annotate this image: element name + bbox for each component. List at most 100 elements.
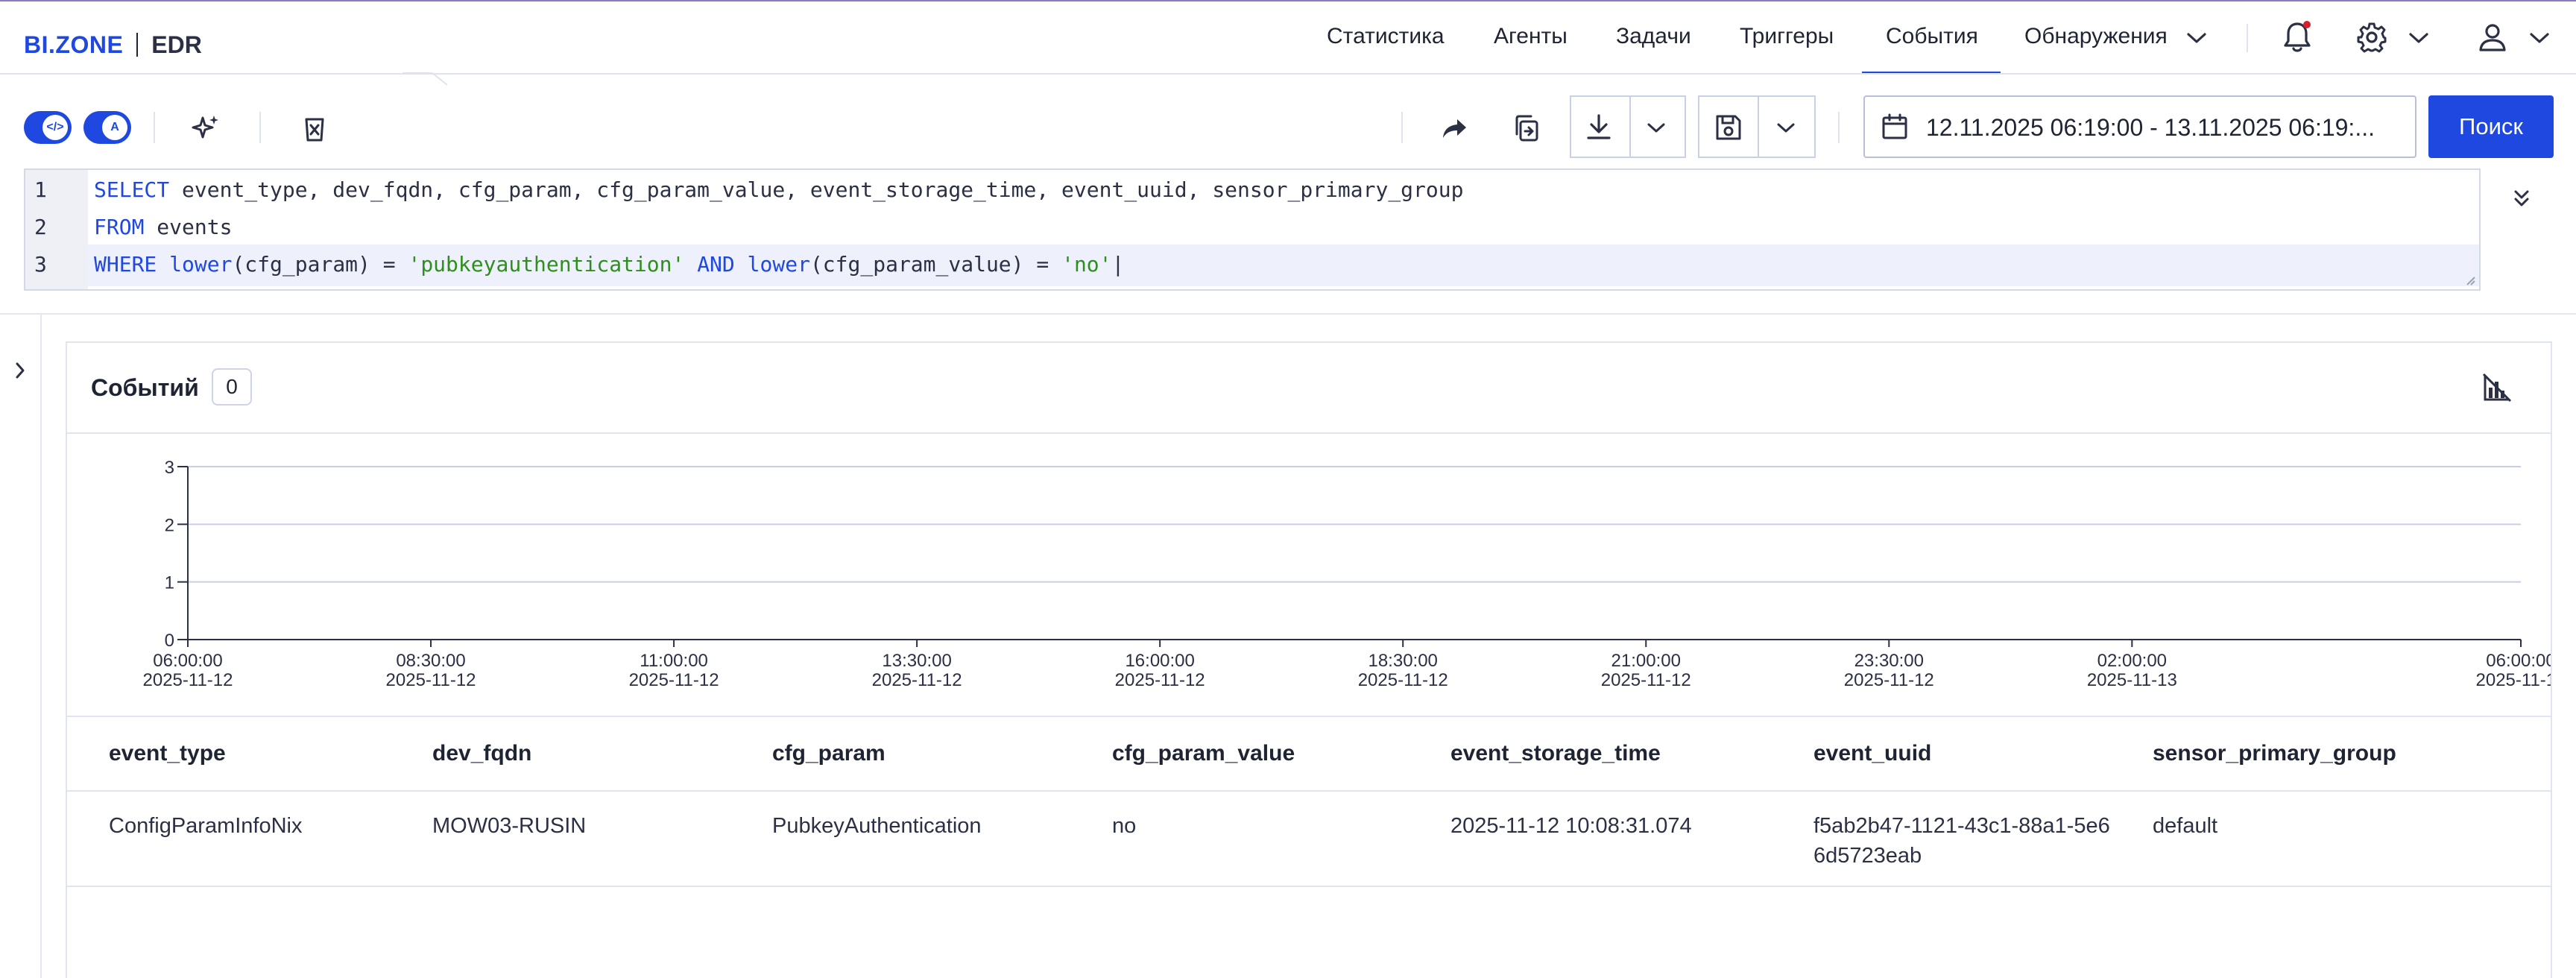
x-tick-time-label: 21:00:00 bbox=[1611, 651, 1681, 671]
x-tick-time-label: 18:30:00 bbox=[1368, 651, 1437, 671]
x-tick-time-label: 13:30:00 bbox=[882, 651, 951, 671]
results-title: Событий bbox=[91, 374, 199, 401]
table-cell: PubkeyAuthentication bbox=[772, 814, 982, 838]
sql-keyword: SELECT bbox=[94, 177, 170, 202]
nav-stats[interactable]: Статистика bbox=[1327, 24, 1445, 49]
expand-sidebar-chevron-icon[interactable] bbox=[9, 359, 31, 382]
nav-detections[interactable]: Обнаружения bbox=[2024, 24, 2168, 49]
x-tick-date-label: 2025-11-13 bbox=[2476, 670, 2551, 690]
column-header[interactable]: dev_fqdn bbox=[432, 741, 531, 766]
results-count-badge: 0 bbox=[212, 368, 252, 406]
y-tick-label: 1 bbox=[165, 573, 174, 593]
collapse-editor-icon[interactable] bbox=[2509, 186, 2534, 212]
y-tick-label: 2 bbox=[165, 515, 174, 535]
download-chevron-down-icon[interactable] bbox=[1643, 115, 1670, 142]
x-tick-date-label: 2025-11-12 bbox=[1115, 670, 1205, 690]
x-tick-time-label: 23:30:00 bbox=[1854, 651, 1924, 671]
header-notch bbox=[402, 72, 447, 86]
sql-function: lower bbox=[747, 252, 810, 277]
line-number: 2 bbox=[34, 215, 47, 239]
ai-sparkle-icon[interactable] bbox=[189, 112, 222, 145]
x-tick-date-label: 2025-11-12 bbox=[629, 670, 719, 690]
save-chevron-down-icon[interactable] bbox=[1772, 115, 1799, 142]
split-divider bbox=[1629, 97, 1631, 157]
share-icon[interactable] bbox=[1439, 112, 1471, 145]
hide-chart-icon[interactable] bbox=[2479, 370, 2515, 406]
nav-tasks[interactable]: Задачи bbox=[1616, 24, 1691, 49]
table-cell: no bbox=[1112, 814, 1137, 838]
search-button[interactable]: Поиск bbox=[2428, 95, 2554, 158]
code-icon: </> bbox=[42, 115, 68, 140]
resize-handle-icon[interactable] bbox=[2466, 276, 2476, 286]
x-tick-date-label: 2025-11-12 bbox=[872, 670, 962, 690]
logo[interactable]: BI.ZONE EDR bbox=[24, 28, 202, 61]
split-divider bbox=[1758, 97, 1759, 157]
clear-query-icon[interactable] bbox=[300, 113, 329, 143]
nav-events[interactable]: События bbox=[1886, 24, 1978, 49]
x-tick-date-label: 2025-11-12 bbox=[1601, 670, 1691, 690]
line-number: 1 bbox=[34, 177, 47, 202]
calendar-icon bbox=[1880, 112, 1910, 142]
table-cell: MOW03-RUSIN bbox=[432, 814, 587, 838]
auto-icon: A bbox=[102, 115, 127, 140]
toolbar-divider bbox=[1401, 112, 1403, 143]
query-editor[interactable]: 1 2 3 SELECT event_type, dev_fqdn, cfg_p… bbox=[24, 168, 2481, 291]
side-panel-rail bbox=[40, 313, 42, 978]
top-header: BI.ZONE EDR Статистика Агенты Задачи Три… bbox=[0, 1, 2576, 74]
chart-bottom-divider bbox=[67, 716, 2551, 717]
x-tick-time-label: 06:00:00 bbox=[153, 651, 222, 671]
x-tick-date-label: 2025-11-12 bbox=[386, 670, 476, 690]
table-row-divider bbox=[67, 886, 2551, 887]
header-bottom-border bbox=[0, 73, 2576, 75]
download-icon[interactable] bbox=[1582, 110, 1616, 145]
x-tick-date-label: 2025-11-12 bbox=[1844, 670, 1934, 690]
table-cell: default bbox=[2153, 814, 2218, 838]
x-tick-time-label: 16:00:00 bbox=[1125, 651, 1194, 671]
user-avatar-icon[interactable] bbox=[2476, 21, 2509, 54]
column-header[interactable]: cfg_param_value bbox=[1112, 741, 1295, 766]
gear-icon[interactable] bbox=[2355, 21, 2388, 54]
code-line-2: FROM events bbox=[94, 215, 233, 239]
sql-mode-toggle[interactable]: </> bbox=[24, 111, 72, 144]
sql-keyword: WHERE bbox=[94, 252, 157, 277]
sql-string: 'no' bbox=[1061, 252, 1112, 277]
code-line-3: WHERE lower(cfg_param) = 'pubkeyauthenti… bbox=[94, 252, 1125, 277]
table-cell: ConfigParamInfoNix bbox=[109, 814, 303, 838]
x-tick-date-label: 2025-11-12 bbox=[143, 670, 233, 690]
column-header[interactable]: event_storage_time bbox=[1450, 741, 1661, 766]
column-header[interactable]: cfg_param bbox=[772, 741, 886, 766]
sql-string: 'pubkeyauthentication' bbox=[408, 252, 685, 277]
column-header[interactable]: sensor_primary_group bbox=[2153, 741, 2396, 766]
line-number: 3 bbox=[34, 252, 47, 277]
detections-chevron-down-icon[interactable] bbox=[2184, 25, 2209, 51]
table-cell: 2025-11-12 10:08:31.074 bbox=[1450, 814, 1692, 838]
x-tick-time-label: 02:00:00 bbox=[2097, 651, 2167, 671]
logo-product: EDR bbox=[151, 31, 202, 58]
y-tick-label: 0 bbox=[165, 631, 174, 651]
section-divider bbox=[0, 313, 2576, 315]
code-line-1: SELECT event_type, dev_fqdn, cfg_param, … bbox=[94, 177, 1464, 202]
x-tick-date-label: 2025-11-12 bbox=[1358, 670, 1448, 690]
app-root: BI.ZONE EDR Статистика Агенты Задачи Три… bbox=[0, 0, 2576, 978]
date-range-value: 12.11.2025 06:19:00 - 13.11.2025 06:19:.… bbox=[1926, 114, 2375, 141]
toolbar-divider bbox=[259, 112, 261, 143]
nav-triggers[interactable]: Триггеры bbox=[1740, 24, 1834, 49]
settings-chevron-down-icon[interactable] bbox=[2406, 25, 2431, 51]
table-cell: f5ab2b47-1121-43c1-88a1-5e66d5723eab bbox=[1813, 814, 2110, 868]
x-tick-time-label: 11:00:00 bbox=[640, 651, 708, 671]
copy-icon[interactable] bbox=[1510, 112, 1543, 145]
column-header[interactable]: event_uuid bbox=[1813, 741, 1931, 766]
user-chevron-down-icon[interactable] bbox=[2527, 25, 2552, 51]
save-icon[interactable] bbox=[1711, 110, 1746, 145]
logo-brand: BI.ZONE bbox=[24, 31, 124, 58]
header-divider bbox=[2247, 24, 2248, 52]
notification-bell-icon[interactable] bbox=[2281, 19, 2314, 55]
date-range-picker[interactable]: 12.11.2025 06:19:00 - 13.11.2025 06:19:.… bbox=[1863, 95, 2416, 158]
nav-agents[interactable]: Агенты bbox=[1494, 24, 1568, 49]
toolbar-divider bbox=[154, 112, 155, 143]
x-tick-date-label: 2025-11-13 bbox=[2087, 670, 2177, 690]
events-chart: 012306:00:002025-11-1208:30:002025-11-12… bbox=[143, 458, 2551, 690]
x-tick-time-label: 06:00:00 bbox=[2486, 651, 2551, 671]
column-header[interactable]: event_type bbox=[109, 741, 226, 766]
auto-mode-toggle[interactable]: A bbox=[83, 111, 131, 144]
